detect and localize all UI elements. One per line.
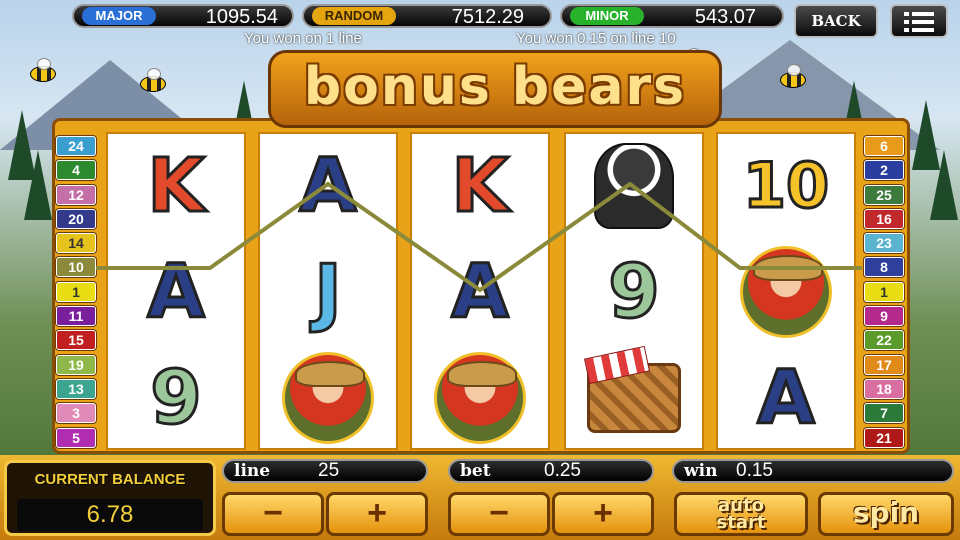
balance-value: 6.78 [17, 499, 203, 531]
win-label: win [684, 461, 718, 481]
line-value: 25 [318, 460, 340, 481]
line-minus-button[interactable]: − [222, 492, 324, 536]
bet-minus-button[interactable]: − [448, 492, 550, 536]
bet-display: bet 0.25 [448, 459, 654, 483]
win-display: win 0.15 [672, 459, 954, 483]
line-label: line [234, 461, 271, 481]
line-display: line 25 [222, 459, 428, 483]
balance-panel: CURRENT BALANCE 6.78 [4, 460, 216, 536]
line-plus-button[interactable]: + [326, 492, 428, 536]
spin-button[interactable]: spin [818, 492, 954, 536]
win-value: 0.15 [736, 460, 773, 481]
auto-start-button[interactable]: auto start [674, 492, 808, 536]
bet-value: 0.25 [544, 460, 581, 481]
payline-10 [96, 181, 862, 293]
bet-plus-button[interactable]: + [552, 492, 654, 536]
bet-label: bet [460, 461, 491, 481]
balance-title: CURRENT BALANCE [34, 471, 186, 488]
